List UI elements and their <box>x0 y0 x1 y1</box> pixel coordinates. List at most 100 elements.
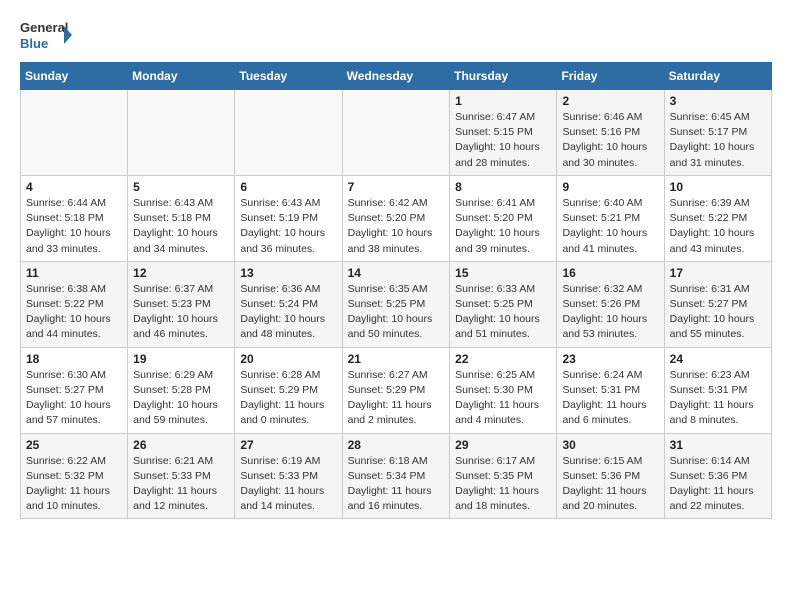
weekday-header-saturday: Saturday <box>664 63 771 90</box>
day-info: Sunrise: 6:19 AM Sunset: 5:33 PM Dayligh… <box>240 454 336 515</box>
calendar-cell: 27 Sunrise: 6:19 AM Sunset: 5:33 PM Dayli… <box>235 433 342 519</box>
day-info: Sunrise: 6:42 AM Sunset: 5:20 PM Dayligh… <box>348 196 445 257</box>
calendar-cell: 15 Sunrise: 6:33 AM Sunset: 5:25 PM Dayli… <box>450 261 557 347</box>
calendar-week-4: 18 Sunrise: 6:30 AM Sunset: 5:27 PM Dayli… <box>21 347 772 433</box>
day-info: Sunrise: 6:36 AM Sunset: 5:24 PM Dayligh… <box>240 282 336 343</box>
day-info: Sunrise: 6:38 AM Sunset: 5:22 PM Dayligh… <box>26 282 122 343</box>
day-number: 24 <box>670 352 766 366</box>
calendar-cell: 5 Sunrise: 6:43 AM Sunset: 5:18 PM Daylig… <box>128 175 235 261</box>
calendar-cell: 23 Sunrise: 6:24 AM Sunset: 5:31 PM Dayli… <box>557 347 664 433</box>
day-number: 17 <box>670 266 766 280</box>
page-header: General Blue <box>20 16 772 54</box>
day-number: 7 <box>348 180 445 194</box>
day-info: Sunrise: 6:15 AM Sunset: 5:36 PM Dayligh… <box>562 454 658 515</box>
calendar-cell <box>128 90 235 176</box>
day-number: 15 <box>455 266 551 280</box>
calendar-cell: 25 Sunrise: 6:22 AM Sunset: 5:32 PM Dayli… <box>21 433 128 519</box>
day-info: Sunrise: 6:21 AM Sunset: 5:33 PM Dayligh… <box>133 454 229 515</box>
day-number: 6 <box>240 180 336 194</box>
calendar-cell <box>235 90 342 176</box>
calendar-cell: 9 Sunrise: 6:40 AM Sunset: 5:21 PM Daylig… <box>557 175 664 261</box>
day-info: Sunrise: 6:37 AM Sunset: 5:23 PM Dayligh… <box>133 282 229 343</box>
logo: General Blue <box>20 16 72 54</box>
day-info: Sunrise: 6:24 AM Sunset: 5:31 PM Dayligh… <box>562 368 658 429</box>
day-number: 11 <box>26 266 122 280</box>
logo-svg: General Blue <box>20 16 72 54</box>
calendar-cell: 21 Sunrise: 6:27 AM Sunset: 5:29 PM Dayli… <box>342 347 450 433</box>
day-number: 26 <box>133 438 229 452</box>
calendar-cell: 24 Sunrise: 6:23 AM Sunset: 5:31 PM Dayli… <box>664 347 771 433</box>
day-info: Sunrise: 6:23 AM Sunset: 5:31 PM Dayligh… <box>670 368 766 429</box>
day-number: 16 <box>562 266 658 280</box>
day-info: Sunrise: 6:31 AM Sunset: 5:27 PM Dayligh… <box>670 282 766 343</box>
day-info: Sunrise: 6:25 AM Sunset: 5:30 PM Dayligh… <box>455 368 551 429</box>
calendar-cell: 26 Sunrise: 6:21 AM Sunset: 5:33 PM Dayli… <box>128 433 235 519</box>
day-info: Sunrise: 6:33 AM Sunset: 5:25 PM Dayligh… <box>455 282 551 343</box>
day-number: 31 <box>670 438 766 452</box>
day-info: Sunrise: 6:40 AM Sunset: 5:21 PM Dayligh… <box>562 196 658 257</box>
weekday-header-wednesday: Wednesday <box>342 63 450 90</box>
day-number: 9 <box>562 180 658 194</box>
day-number: 4 <box>26 180 122 194</box>
calendar-cell: 1Sunrise: 6:47 AM Sunset: 5:15 PM Daylig… <box>450 90 557 176</box>
day-number: 13 <box>240 266 336 280</box>
calendar-cell: 16Sunrise: 6:32 AM Sunset: 5:26 PM Dayli… <box>557 261 664 347</box>
weekday-header-monday: Monday <box>128 63 235 90</box>
calendar-cell: 22Sunrise: 6:25 AM Sunset: 5:30 PM Dayli… <box>450 347 557 433</box>
day-info: Sunrise: 6:47 AM Sunset: 5:15 PM Dayligh… <box>455 110 551 171</box>
svg-text:Blue: Blue <box>20 36 48 51</box>
day-number: 29 <box>455 438 551 452</box>
calendar-cell: 20Sunrise: 6:28 AM Sunset: 5:29 PM Dayli… <box>235 347 342 433</box>
calendar-cell: 31 Sunrise: 6:14 AM Sunset: 5:36 PM Dayli… <box>664 433 771 519</box>
day-info: Sunrise: 6:14 AM Sunset: 5:36 PM Dayligh… <box>670 454 766 515</box>
calendar-cell: 11 Sunrise: 6:38 AM Sunset: 5:22 PM Dayli… <box>21 261 128 347</box>
day-number: 25 <box>26 438 122 452</box>
weekday-header-tuesday: Tuesday <box>235 63 342 90</box>
day-number: 12 <box>133 266 229 280</box>
day-info: Sunrise: 6:46 AM Sunset: 5:16 PM Dayligh… <box>562 110 658 171</box>
calendar-cell: 4 Sunrise: 6:44 AM Sunset: 5:18 PM Daylig… <box>21 175 128 261</box>
day-info: Sunrise: 6:43 AM Sunset: 5:19 PM Dayligh… <box>240 196 336 257</box>
calendar-cell: 7 Sunrise: 6:42 AM Sunset: 5:20 PM Daylig… <box>342 175 450 261</box>
day-number: 21 <box>348 352 445 366</box>
day-number: 18 <box>26 352 122 366</box>
day-number: 2 <box>562 94 658 108</box>
day-number: 23 <box>562 352 658 366</box>
calendar-cell: 13 Sunrise: 6:36 AM Sunset: 5:24 PM Dayli… <box>235 261 342 347</box>
day-info: Sunrise: 6:27 AM Sunset: 5:29 PM Dayligh… <box>348 368 445 429</box>
day-number: 27 <box>240 438 336 452</box>
weekday-header-friday: Friday <box>557 63 664 90</box>
calendar-cell: 30Sunrise: 6:15 AM Sunset: 5:36 PM Dayli… <box>557 433 664 519</box>
day-number: 14 <box>348 266 445 280</box>
calendar-cell: 17 Sunrise: 6:31 AM Sunset: 5:27 PM Dayli… <box>664 261 771 347</box>
calendar-week-5: 25 Sunrise: 6:22 AM Sunset: 5:32 PM Dayli… <box>21 433 772 519</box>
day-info: Sunrise: 6:18 AM Sunset: 5:34 PM Dayligh… <box>348 454 445 515</box>
calendar-cell: 29 Sunrise: 6:17 AM Sunset: 5:35 PM Dayli… <box>450 433 557 519</box>
day-info: Sunrise: 6:44 AM Sunset: 5:18 PM Dayligh… <box>26 196 122 257</box>
day-info: Sunrise: 6:22 AM Sunset: 5:32 PM Dayligh… <box>26 454 122 515</box>
calendar-cell <box>342 90 450 176</box>
calendar-cell: 2 Sunrise: 6:46 AM Sunset: 5:16 PM Daylig… <box>557 90 664 176</box>
calendar-cell: 19 Sunrise: 6:29 AM Sunset: 5:28 PM Dayli… <box>128 347 235 433</box>
weekday-header-sunday: Sunday <box>21 63 128 90</box>
calendar-cell: 12 Sunrise: 6:37 AM Sunset: 5:23 PM Dayli… <box>128 261 235 347</box>
day-info: Sunrise: 6:43 AM Sunset: 5:18 PM Dayligh… <box>133 196 229 257</box>
day-info: Sunrise: 6:35 AM Sunset: 5:25 PM Dayligh… <box>348 282 445 343</box>
day-number: 19 <box>133 352 229 366</box>
calendar-week-1: 1Sunrise: 6:47 AM Sunset: 5:15 PM Daylig… <box>21 90 772 176</box>
calendar-header-row: SundayMondayTuesdayWednesdayThursdayFrid… <box>21 63 772 90</box>
day-number: 10 <box>670 180 766 194</box>
day-info: Sunrise: 6:30 AM Sunset: 5:27 PM Dayligh… <box>26 368 122 429</box>
day-info: Sunrise: 6:29 AM Sunset: 5:28 PM Dayligh… <box>133 368 229 429</box>
day-info: Sunrise: 6:41 AM Sunset: 5:20 PM Dayligh… <box>455 196 551 257</box>
calendar-cell: 18 Sunrise: 6:30 AM Sunset: 5:27 PM Dayli… <box>21 347 128 433</box>
day-number: 5 <box>133 180 229 194</box>
day-info: Sunrise: 6:28 AM Sunset: 5:29 PM Dayligh… <box>240 368 336 429</box>
calendar-cell: 28 Sunrise: 6:18 AM Sunset: 5:34 PM Dayli… <box>342 433 450 519</box>
day-number: 28 <box>348 438 445 452</box>
svg-text:General: General <box>20 20 68 35</box>
calendar-cell: 3Sunrise: 6:45 AM Sunset: 5:17 PM Daylig… <box>664 90 771 176</box>
calendar-week-2: 4 Sunrise: 6:44 AM Sunset: 5:18 PM Daylig… <box>21 175 772 261</box>
day-info: Sunrise: 6:39 AM Sunset: 5:22 PM Dayligh… <box>670 196 766 257</box>
day-info: Sunrise: 6:17 AM Sunset: 5:35 PM Dayligh… <box>455 454 551 515</box>
